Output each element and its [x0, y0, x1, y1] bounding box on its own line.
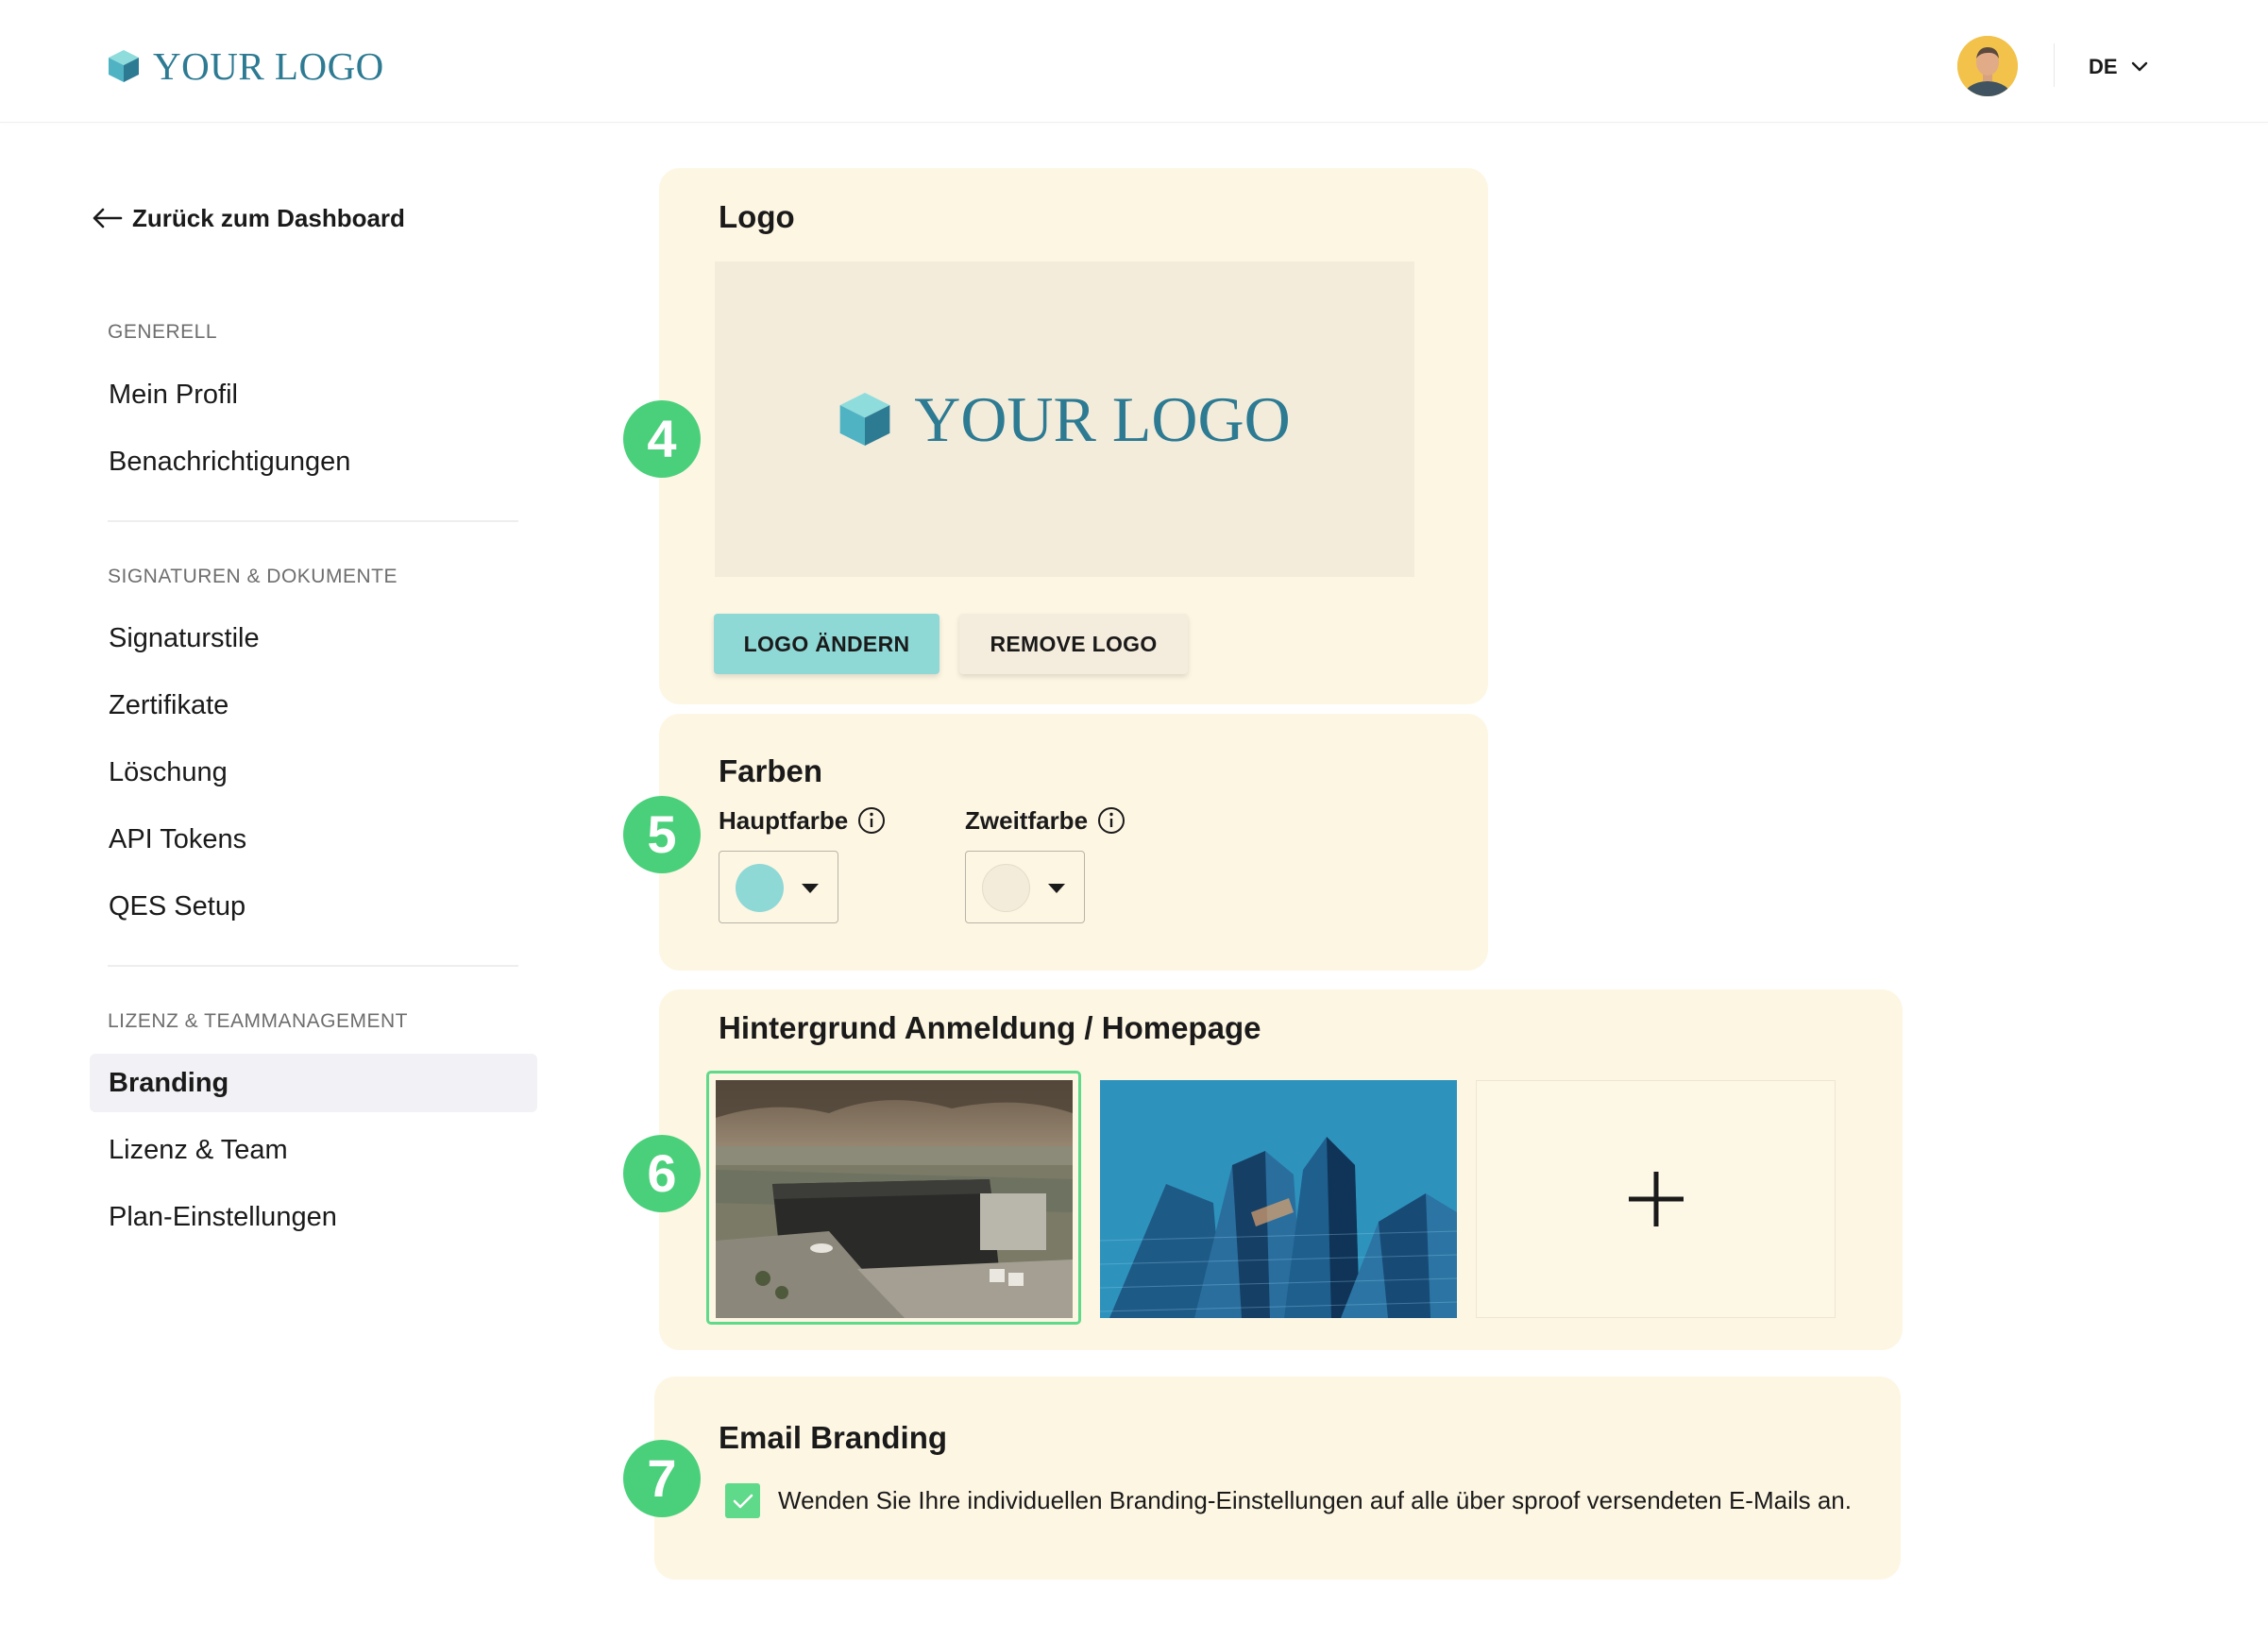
info-icon[interactable] [1097, 806, 1126, 835]
section-title-signaturen: SIGNATUREN & DOKUMENTE [108, 566, 398, 587]
primary-color-picker[interactable] [719, 851, 838, 923]
section-title-generell: GENERELL [108, 321, 218, 343]
avatar[interactable] [1957, 36, 2018, 96]
sidebar-divider [108, 965, 518, 967]
caret-down-icon [1048, 884, 1065, 893]
primary-color-label-text: Hauptfarbe [719, 806, 849, 835]
secondary-color-swatch [982, 864, 1030, 912]
chevron-down-icon [2131, 61, 2148, 73]
secondary-color-picker[interactable] [965, 851, 1085, 923]
sidebar-item-lizenz-team[interactable]: Lizenz & Team [90, 1121, 537, 1179]
skyscraper-photo-image [1100, 1080, 1457, 1318]
background-option-industrial[interactable] [716, 1080, 1073, 1318]
primary-color-swatch [736, 864, 784, 912]
arrow-left-icon [93, 208, 123, 228]
back-to-dashboard-link[interactable]: Zurück zum Dashboard [93, 202, 405, 234]
step-badge-6: 6 [623, 1135, 701, 1212]
email-branding-checkbox-label: Wenden Sie Ihre individuellen Branding-E… [778, 1486, 1852, 1514]
remove-logo-button[interactable]: REMOVE LOGO [959, 614, 1188, 674]
plus-icon [1628, 1172, 1684, 1226]
sidebar-item-loeschung[interactable]: Löschung [90, 743, 537, 802]
checkmark-icon [733, 1494, 753, 1508]
back-label: Zurück zum Dashboard [132, 204, 405, 232]
top-bar: YOUR LOGO DE [0, 0, 2268, 123]
brand-text: YOUR LOGO [153, 44, 384, 88]
sidebar-item-qes-setup[interactable]: QES Setup [90, 877, 537, 936]
logo-card-title: Logo [719, 199, 795, 234]
step-badge-4: 4 [623, 400, 701, 478]
background-option-skyscraper[interactable] [1100, 1080, 1457, 1318]
sidebar-item-api-tokens[interactable]: API Tokens [90, 810, 537, 869]
email-branding-title: Email Branding [719, 1420, 948, 1455]
header-divider [2054, 43, 2055, 87]
cube-icon [109, 50, 139, 82]
caret-down-icon [802, 884, 819, 893]
colors-card-title: Farben [719, 753, 823, 788]
background-card-title: Hintergrund Anmeldung / Homepage [719, 1010, 1261, 1045]
change-logo-button[interactable]: LOGO ÄNDERN [714, 614, 939, 674]
step-badge-5: 5 [623, 796, 701, 873]
industrial-photo-image [716, 1080, 1073, 1318]
sidebar-item-zertifikate[interactable]: Zertifikate [90, 676, 537, 735]
sidebar-item-mein-profil[interactable]: Mein Profil [90, 365, 537, 424]
logo-preview-text: YOUR LOGO [914, 383, 1291, 455]
sidebar-divider [108, 520, 518, 522]
language-label: DE [2089, 55, 2118, 78]
sidebar-item-signaturstile[interactable]: Signaturstile [90, 609, 537, 668]
secondary-color-label: Zweitfarbe [965, 804, 1126, 837]
sidebar-item-plan-einstellungen[interactable]: Plan-Einstellungen [90, 1188, 537, 1246]
logo-preview: YOUR LOGO [715, 262, 1414, 577]
step-badge-7: 7 [623, 1440, 701, 1517]
info-icon[interactable] [857, 806, 886, 835]
primary-color-label: Hauptfarbe [719, 804, 886, 837]
language-selector[interactable]: DE [2089, 53, 2148, 81]
email-branding-card [654, 1377, 1901, 1580]
brand-logo[interactable]: YOUR LOGO [108, 42, 384, 91]
add-background-button[interactable] [1476, 1080, 1836, 1318]
sidebar-item-benachrichtigungen[interactable]: Benachrichtigungen [90, 432, 537, 491]
email-branding-checkbox[interactable] [725, 1483, 760, 1518]
sidebar-item-branding[interactable]: Branding [90, 1054, 537, 1112]
user-avatar-icon [1957, 36, 2018, 96]
section-title-lizenz: LIZENZ & TEAMMANAGEMENT [108, 1010, 408, 1032]
secondary-color-label-text: Zweitfarbe [965, 806, 1089, 835]
cube-icon [839, 393, 890, 446]
